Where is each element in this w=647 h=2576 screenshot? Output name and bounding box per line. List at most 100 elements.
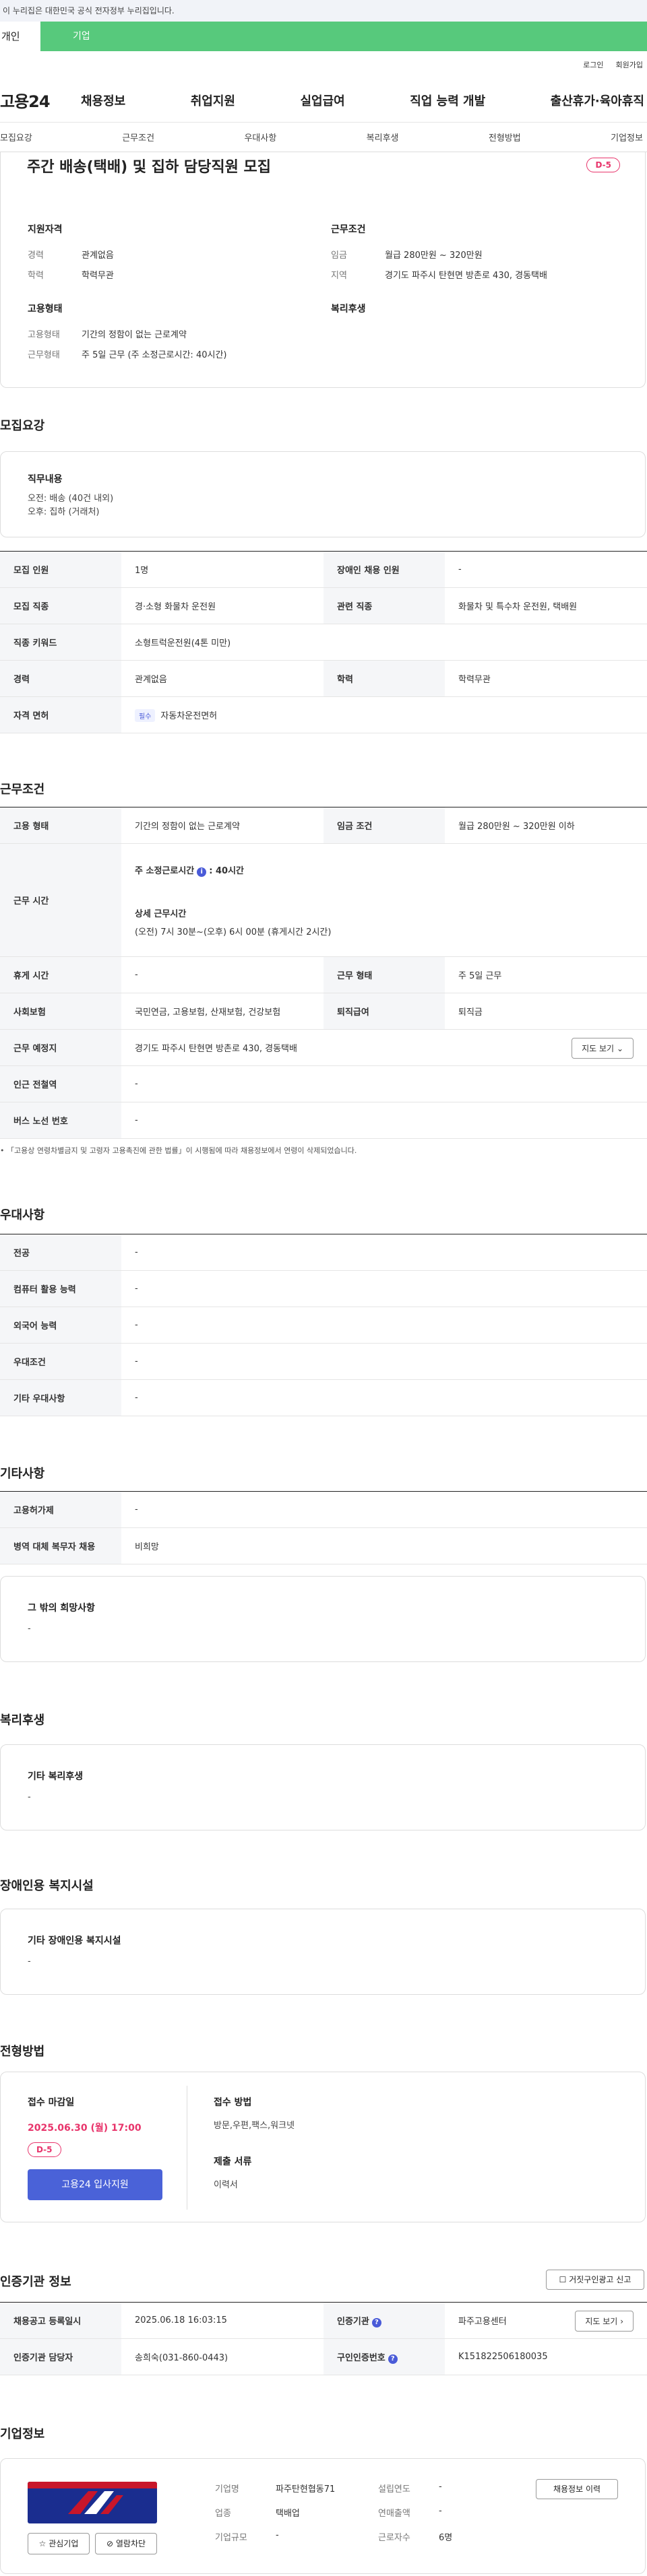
report-button[interactable]: ☐ 거짓구인광고 신고 [546, 2270, 644, 2290]
agency-key: 인증기관 [337, 2316, 369, 2327]
table-value: 송희숙(031-860-0443) [121, 2338, 324, 2375]
table-value: 국민연금, 고용보험, 산재보험, 건강보험 [121, 993, 324, 1030]
license-value: 자동차운전면허 [160, 711, 218, 721]
gnb-employment-support[interactable]: 취업지원 [191, 92, 235, 109]
info-icon[interactable]: ? [388, 2354, 398, 2364]
table-key: 학력 [324, 660, 445, 697]
table-row: 인증기관 담당자 송희숙(031-860-0443) 구인인증번호? K1518… [0, 2338, 647, 2375]
table-value: 월급 280만원 ~ 320만원 이하 [445, 807, 647, 844]
disabled-box-value: - [28, 1956, 31, 1967]
company-key: 연매출액 [378, 2509, 410, 2519]
duty-line: 오전: 배송 (40건 내외) [28, 494, 114, 504]
company-value: - [439, 2506, 442, 2516]
info-icon[interactable]: ? [371, 2317, 381, 2327]
table-key: 인증기관 담당자 [0, 2338, 121, 2375]
process-dday-badge: D-5 [28, 2142, 61, 2157]
gnb-maternity[interactable]: 출산휴가·육아휴직 [551, 92, 644, 109]
table-value: 경·소형 화물차 운전원 [121, 587, 324, 624]
site-logo[interactable]: 고용24 [0, 88, 81, 112]
table-key: 컴퓨터 활용 능력 [0, 1270, 121, 1307]
table-key: 인근 전철역 [0, 1065, 121, 1102]
table-value: 학력무관 [445, 660, 647, 697]
map-button[interactable]: 지도 보기 ⌄ [572, 1038, 634, 1059]
table-value: - [121, 1234, 647, 1271]
recruit-title: 모집요강 [0, 419, 45, 433]
table-row: 모집 인원 1명 장애인 채용 인원 - [0, 551, 647, 588]
summary-key: 고용형태 [28, 330, 60, 340]
global-nav: 고용24 채용정보 취업지원 실업급여 직업 능력 개발 출산휴가·육아휴직 [0, 78, 647, 123]
table-row: 버스 노선 번호 - [0, 1102, 647, 1139]
block-icon: ⊘ [106, 2539, 114, 2548]
time-detail-title: 상세 근무시간 [135, 909, 187, 919]
table-value: - [121, 956, 324, 993]
summary-value: 주 5일 근무 (주 소정근로시간: 40시간) [82, 350, 227, 360]
duty-box: 직무내용 오전: 배송 (40건 내외) 오후: 집하 (거래처) [0, 451, 646, 537]
agency-map-button[interactable]: 지도 보기 › [575, 2311, 634, 2332]
apply-button[interactable]: 고용24 입사지원 [28, 2169, 162, 2200]
star-icon: ☆ [38, 2539, 47, 2548]
table-value: - [121, 1270, 647, 1307]
gnb-unemployment-benefit[interactable]: 실업급여 [301, 92, 345, 109]
table-row: 근무 예정지 경기도 파주시 탄현면 방촌로 430, 경동택배 지도 보기 ⌄ [0, 1029, 647, 1066]
info-icon[interactable]: i [197, 867, 207, 877]
company-key: 기업규모 [215, 2533, 247, 2543]
table-key: 휴게 시간 [0, 956, 121, 993]
lnb-recruit[interactable]: 모집요강 [0, 131, 32, 143]
table-row: 컴퓨터 활용 능력 - [0, 1270, 647, 1307]
history-button[interactable]: 채용정보 이력 [536, 2479, 618, 2499]
table-value: 소형트럭운전원(4톤 미만) [121, 624, 647, 661]
tab-personal[interactable]: 개인 [0, 22, 40, 51]
table-key: 자격 면허 [0, 696, 121, 733]
lnb-welfare[interactable]: 복리후생 [367, 131, 399, 143]
cert-key: 구인인증번호 [337, 2352, 386, 2363]
summary-key: 학력 [28, 271, 44, 281]
top-tabs: 개인 기업 [0, 22, 647, 51]
summary-cond-title: 근무조건 [331, 224, 366, 235]
table-key: 기타 우대사항 [0, 1379, 121, 1416]
disabled-box: 기타 장애인용 복지시설 - [0, 1909, 646, 1995]
tab-corporate[interactable]: 기업 [40, 22, 647, 51]
report-icon: ☐ [559, 2275, 567, 2284]
summary-key: 경력 [28, 251, 44, 261]
util-links: 로그인 회원가입 [0, 51, 647, 78]
table-key: 장애인 채용 인원 [324, 551, 445, 588]
table-key: 버스 노선 번호 [0, 1102, 121, 1139]
agency-key-cell: 인증기관? [324, 2302, 445, 2339]
map-button-label: 지도 보기 [585, 2317, 618, 2326]
summary-key: 근무형태 [28, 350, 60, 360]
welfare-box-title: 기타 복리후생 [28, 1771, 84, 1782]
table-key: 고용 형태 [0, 807, 121, 844]
table-value: 관계없음 [121, 660, 324, 697]
table-key: 채용공고 등록일시 [0, 2302, 121, 2339]
lnb-pref[interactable]: 우대사항 [244, 131, 276, 143]
lnb-work[interactable]: 근무조건 [122, 131, 154, 143]
table-row: 근무 시간 주 소정근로시간 i: 40시간 상세 근무시간 (오전) 7시 30… [0, 843, 647, 957]
table-row: 휴게 시간 - 근무 형태 주 5일 근무 [0, 956, 647, 993]
company-logo-image [28, 2482, 157, 2514]
block-label: 열람차단 [115, 2539, 146, 2548]
signup-link[interactable]: 회원가입 [616, 59, 643, 70]
table-key: 고용허가제 [0, 1491, 121, 1528]
hope-title: 그 밖의 희망사항 [28, 1603, 95, 1614]
table-row: 우대조건 - [0, 1343, 647, 1380]
fav-company-button[interactable]: ☆ 관심기업 [28, 2533, 90, 2554]
table-row: 채용공고 등록일시 2025.06.18 16:03:15 인증기관? 파주고용… [0, 2302, 647, 2339]
table-value: K151822506180035 [445, 2338, 647, 2375]
agency-title: 인증기관 정보 [0, 2275, 71, 2289]
table-key: 근무 시간 [0, 843, 121, 957]
required-tag: 필수 [135, 708, 156, 722]
summary-key: 지역 [331, 271, 347, 281]
docs-label: 제출 서류 [214, 2156, 252, 2167]
gnb-training[interactable]: 직업 능력 개발 [410, 92, 485, 109]
lnb-process[interactable]: 전형방법 [489, 131, 521, 143]
hope-value: - [28, 1624, 31, 1634]
table-value: - [121, 1102, 647, 1139]
gnb-jobs[interactable]: 채용정보 [81, 92, 125, 109]
block-button[interactable]: ⊘ 열람차단 [95, 2533, 157, 2554]
login-link[interactable]: 로그인 [583, 59, 603, 70]
table-key: 외국어 능력 [0, 1307, 121, 1344]
lnb-company[interactable]: 기업정보 [611, 131, 643, 143]
age-note-text: 「고용상 연령차별금지 및 고령자 고용촉진에 관한 법률」이 시행됨에 따라 … [7, 1146, 357, 1155]
etc-title: 기타사항 [0, 1467, 45, 1481]
table-key: 전공 [0, 1234, 121, 1271]
